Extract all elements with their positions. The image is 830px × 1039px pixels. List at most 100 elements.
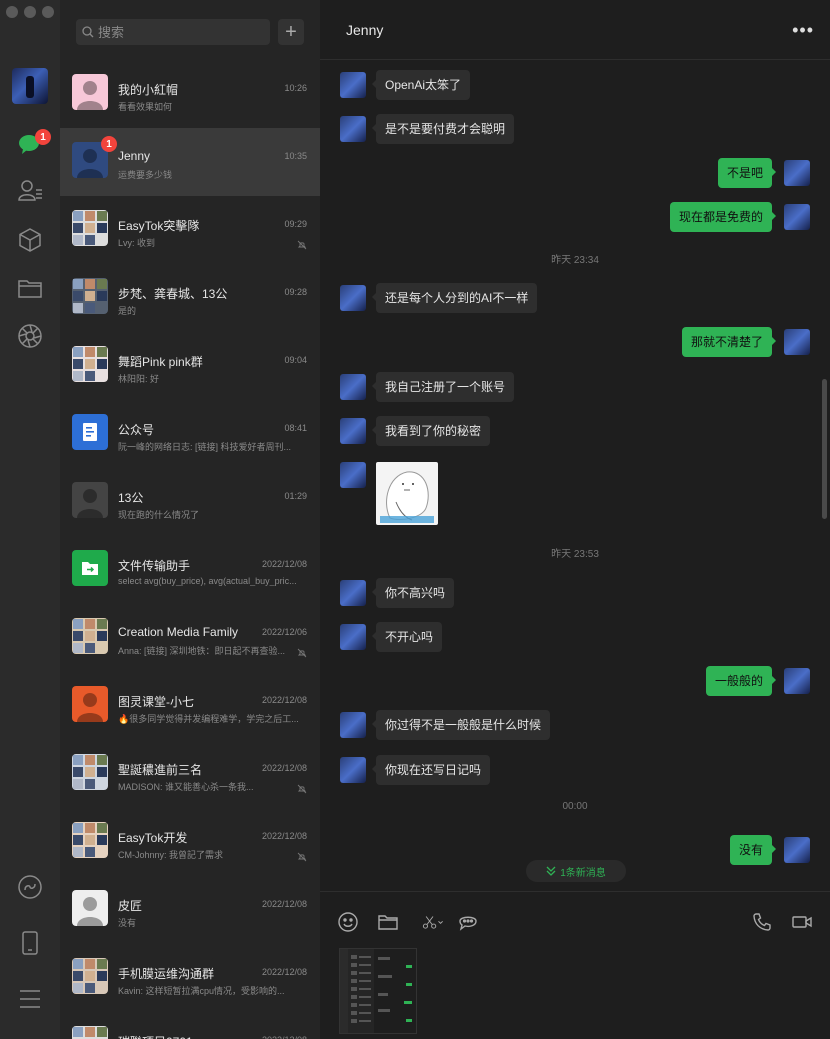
timestamp-divider: 昨天 23:53 <box>551 549 599 560</box>
message-avatar[interactable] <box>340 116 366 142</box>
conversation-avatar <box>72 74 108 110</box>
screenshot-button[interactable] <box>416 910 450 934</box>
message-avatar[interactable] <box>340 757 366 783</box>
menu-icon <box>20 990 40 1008</box>
conversation-item[interactable]: 步梵、龚春城、13公 09:28 是的 <box>60 264 320 332</box>
chat-unread-badge: 1 <box>35 129 51 145</box>
conversation-avatar <box>72 618 108 654</box>
sticker-image[interactable] <box>376 462 438 525</box>
nav-chats-button[interactable]: 1 <box>16 129 51 158</box>
message-avatar[interactable] <box>340 285 366 311</box>
conversation-item[interactable]: 聖誕穠進前三名 2022/12/08 MADISON: 谁又能善心杀一条我... <box>60 740 320 808</box>
conversation-time: 2022/12/08 <box>261 967 307 977</box>
incoming-message-bubble[interactable]: OpenAi太笨了 <box>371 70 471 100</box>
message-list[interactable]: OpenAi太笨了 是不是要付费才会聪明 不是吧 现在都是免费的 昨天 23:34 还是每… <box>320 61 830 890</box>
new-messages-button[interactable]: 1条新消息 <box>526 860 626 882</box>
conversation-item[interactable]: EasyTok开发 2022/12/08 CM-Johnny: 我曾記了需求 <box>60 808 320 876</box>
zoom-window-button[interactable] <box>42 6 54 18</box>
incoming-message-bubble[interactable]: 你不高兴吗 <box>371 578 455 608</box>
conversation-item[interactable]: 公众号 08:41 阮一峰的网络日志: [链接] 科技爱好者周刊... <box>60 400 320 468</box>
message-avatar[interactable] <box>340 580 366 606</box>
moments-icon <box>18 324 42 348</box>
conversation-name: 手机膜运维沟通群 <box>118 967 215 981</box>
search-icon <box>82 26 94 38</box>
outgoing-message-bubble[interactable]: 现在都是免费的 <box>669 202 777 232</box>
my-avatar[interactable] <box>12 68 48 104</box>
conversation-time: 08:41 <box>284 423 307 433</box>
chat-history-button[interactable] <box>456 910 480 934</box>
message-avatar[interactable] <box>340 462 366 488</box>
conversation-name: 图灵课堂-小七 <box>118 695 194 709</box>
message-avatar[interactable] <box>340 374 366 400</box>
conversation-preview: 看看效果如何 <box>118 102 173 112</box>
search-input[interactable] <box>98 24 258 40</box>
timestamp-divider: 00:00 <box>562 801 588 812</box>
incoming-message-bubble[interactable]: 不开心吗 <box>371 622 443 652</box>
message-avatar[interactable] <box>340 712 366 738</box>
contacts-icon <box>18 180 42 201</box>
incoming-message-bubble[interactable]: 你现在还写日记吗 <box>371 755 491 785</box>
nav-files-button[interactable] <box>16 274 44 302</box>
voice-call-button[interactable] <box>750 910 774 934</box>
outgoing-message-bubble[interactable]: 没有 <box>729 835 777 865</box>
incoming-message-bubble[interactable]: 我看到了你的秘密 <box>371 416 491 446</box>
conversation-avatar <box>72 482 108 518</box>
video-call-button[interactable] <box>790 910 814 934</box>
send-file-button[interactable] <box>376 910 400 934</box>
file-transfer-icon <box>82 562 98 575</box>
outgoing-message-bubble[interactable]: 一般般的 <box>705 666 777 696</box>
pasted-screenshot-thumbnail[interactable] <box>339 948 417 1034</box>
nav-collections-button[interactable] <box>16 226 44 254</box>
close-window-button[interactable] <box>6 6 18 18</box>
video-call-icon <box>792 916 812 928</box>
conversation-item[interactable]: 我的小紅帽 10:26 看看效果如何 <box>60 60 320 128</box>
incoming-message-bubble[interactable]: 我自己注册了一个账号 <box>371 372 515 402</box>
outgoing-message-bubble[interactable]: 那就不清楚了 <box>681 327 777 357</box>
conversation-item[interactable]: 皮匠 2022/12/08 没有 <box>60 876 320 944</box>
nav-menu-button[interactable] <box>16 985 44 1013</box>
conversation-name: 文件传输助手 <box>118 559 191 573</box>
message-avatar[interactable] <box>784 160 810 186</box>
conversation-item[interactable]: 手机膜运维沟通群 2022/12/08 Kavin: 这样短暂拉满cpu情况，受影响… <box>60 944 320 1012</box>
conversation-item[interactable]: 13公 01:29 现在跑的什么情况了 <box>60 468 320 536</box>
message-avatar[interactable] <box>784 329 810 355</box>
incoming-message-bubble[interactable]: 你过得不是一般般是什么时候 <box>371 710 551 740</box>
conversation-time: 2022/12/08 <box>262 1035 307 1039</box>
minimize-window-button[interactable] <box>24 6 36 18</box>
emoji-button[interactable] <box>336 910 360 934</box>
nav-contacts-button[interactable] <box>16 177 44 205</box>
conversation-avatar <box>72 210 108 246</box>
message-avatar[interactable] <box>784 837 810 863</box>
conversation-item[interactable]: 1 Jenny 10:35 运费要多少钱 <box>60 128 320 196</box>
outgoing-message-bubble[interactable]: 不是吧 <box>717 158 777 188</box>
conversation-name: 步梵、龚春城、13公 <box>118 287 228 301</box>
conversation-preview: 现在跑的什么情况了 <box>118 510 200 520</box>
conversation-item[interactable]: 文件传输助手 2022/12/08 select avg(buy_price), a… <box>60 536 320 604</box>
conversation-item[interactable]: 图灵课堂-小七 2022/12/08 🔥很多同学觉得并发编程难学，学完之后工... <box>60 672 320 740</box>
conversation-item[interactable]: 璀聯項目0701 2022/12/08 <box>60 1012 320 1039</box>
search-bar[interactable] <box>76 19 270 45</box>
conversation-avatar <box>72 346 108 382</box>
conversation-item[interactable]: Creation Media Family 2022/12/06 Anna: [链接… <box>60 604 320 672</box>
message-avatar[interactable] <box>784 668 810 694</box>
scrollbar[interactable] <box>822 379 827 519</box>
nav-phone-button[interactable] <box>16 929 44 957</box>
double-chevron-down-icon <box>546 866 556 876</box>
message-avatar[interactable] <box>340 418 366 444</box>
add-button[interactable]: + <box>278 19 304 45</box>
scissors-icon <box>422 916 443 929</box>
incoming-message-bubble[interactable]: 还是每个人分到的AI不一样 <box>371 283 538 313</box>
message-avatar[interactable] <box>340 624 366 650</box>
message-avatar[interactable] <box>340 72 366 98</box>
nav-moments-button[interactable] <box>16 322 44 350</box>
nav-miniprogram-button[interactable] <box>16 873 44 901</box>
more-options-button[interactable]: ••• <box>792 20 814 41</box>
conversation-item[interactable]: 舞蹈Pink pink群 09:04 林阳阳: 好 <box>60 332 320 400</box>
conversation-item[interactable]: EasyTok突擊隊 09:29 Lvy: 收到 <box>60 196 320 264</box>
nav-rail: 1 <box>0 0 60 1039</box>
new-messages-label: 1条新消息 <box>560 867 606 879</box>
incoming-message-bubble[interactable]: 是不是要付费才会聪明 <box>371 114 515 144</box>
message-avatar[interactable] <box>784 204 810 230</box>
document-icon <box>83 423 97 441</box>
conversation-preview: MADISON: 谁又能善心杀一条我... <box>118 782 254 792</box>
